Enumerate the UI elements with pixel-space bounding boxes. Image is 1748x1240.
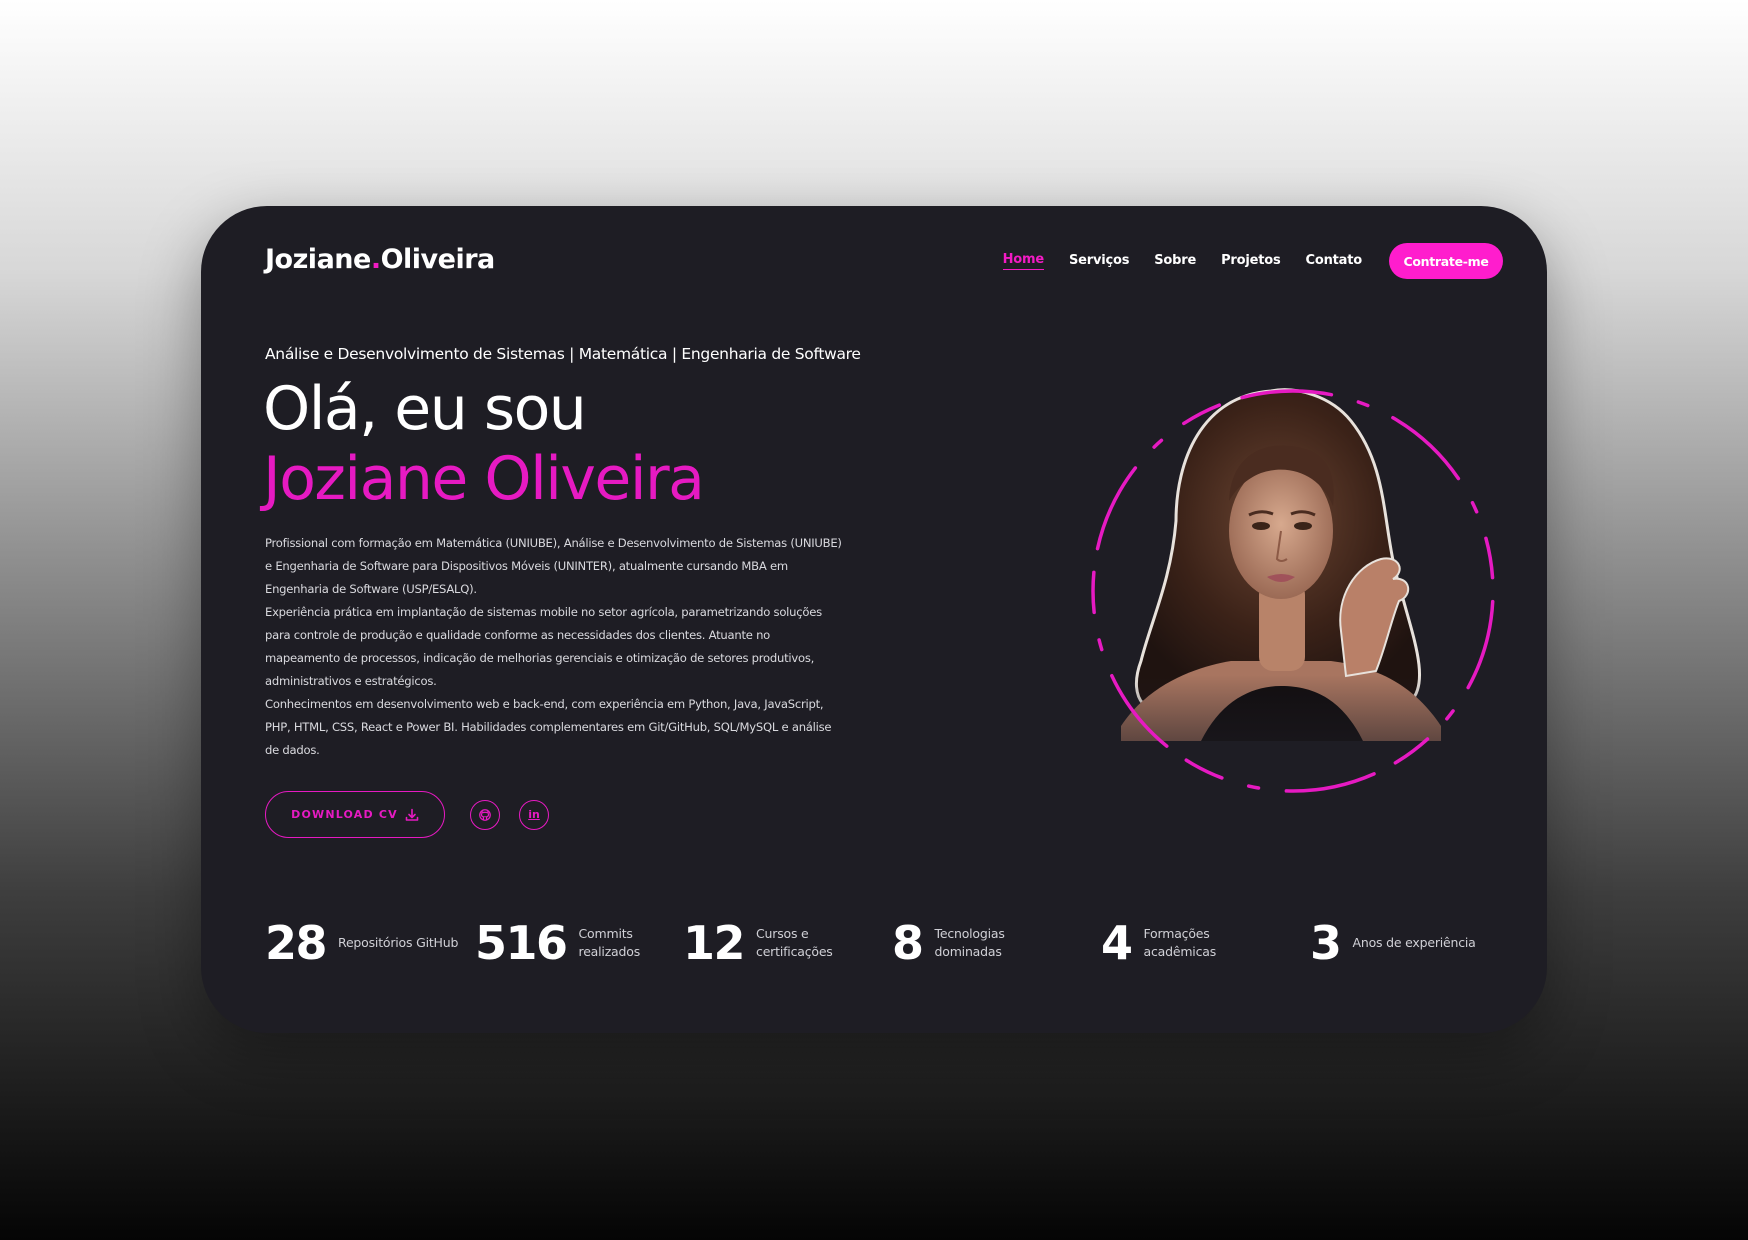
brand-dot: .: [370, 244, 381, 275]
linkedin-link[interactable]: in: [519, 799, 549, 830]
brand-first-name: Joziane: [265, 244, 371, 275]
stat-label: Tecnologias dominadas: [934, 926, 1005, 959]
profile-portrait: [1081, 381, 1501, 801]
stat-label: Cursos e certificações: [756, 926, 833, 959]
github-link[interactable]: [470, 799, 500, 830]
nav-sobre[interactable]: Sobre: [1154, 253, 1196, 270]
nav-servicos[interactable]: Serviços: [1069, 253, 1129, 270]
nav-projetos[interactable]: Projetos: [1221, 253, 1281, 270]
stat-value: 4: [1101, 916, 1133, 970]
stat-label: Repositórios GitHub: [338, 935, 459, 950]
stat-value: 516: [475, 916, 568, 970]
download-icon: [405, 808, 419, 821]
stat-value: 28: [265, 916, 328, 970]
hero-greeting: Olá, eu sou: [263, 374, 587, 444]
stat-label: Formações acadêmicas: [1143, 926, 1217, 959]
linkedin-icon: in: [528, 808, 540, 821]
hire-me-button[interactable]: Contrate-me: [1389, 243, 1503, 279]
stat-cursos: 12 Cursos e certificações: [683, 916, 833, 970]
nav-contato[interactable]: Contato: [1306, 253, 1363, 270]
stat-tecnologias: 8 Tecnologias dominadas: [892, 916, 1005, 970]
hero-description: Profissional com formação em Matemática …: [265, 532, 845, 762]
description-paragraph-experience: Experiência prática em implantação de si…: [265, 605, 822, 688]
download-cv-label: DOWNLOAD CV: [291, 808, 398, 821]
stats-bar: 28 Repositórios GitHub 516 Commits reali…: [265, 916, 1505, 976]
hero-actions: DOWNLOAD CV in: [265, 791, 549, 838]
stat-value: 3: [1310, 916, 1342, 970]
stat-formacoes: 4 Formações acadêmicas: [1101, 916, 1216, 970]
bottom-fade: [1081, 381, 1501, 801]
stat-label: Commits realizados: [578, 926, 641, 959]
download-cv-button[interactable]: DOWNLOAD CV: [265, 791, 445, 838]
stat-value: 8: [892, 916, 924, 970]
brand-last-name: Oliveira: [380, 244, 496, 275]
stat-value: 12: [683, 916, 746, 970]
portrait-illustration: [1081, 381, 1501, 801]
hero-name: Joziane Oliveira: [263, 444, 705, 514]
description-paragraph-skills: Conhecimentos em desenvolvimento web e b…: [265, 697, 832, 757]
nav-home[interactable]: Home: [1002, 252, 1044, 270]
stat-repositorios: 28 Repositórios GitHub: [265, 916, 458, 970]
description-paragraph-education: Profissional com formação em Matemática …: [265, 536, 842, 596]
github-icon: [479, 808, 491, 821]
main-nav: Home Serviços Sobre Projetos Contato Con…: [978, 243, 1503, 279]
hero-subtitle: Análise e Desenvolvimento de Sistemas | …: [265, 345, 861, 363]
brand-logo[interactable]: Joziane.Oliveira: [265, 244, 495, 275]
stat-experiencia: 3 Anos de experiência: [1310, 916, 1476, 970]
stat-label: Anos de experiência: [1352, 935, 1476, 950]
hero-card: Joziane.Oliveira Home Serviços Sobre Pro…: [201, 206, 1547, 1033]
stat-commits: 516 Commits realizados: [475, 916, 640, 970]
